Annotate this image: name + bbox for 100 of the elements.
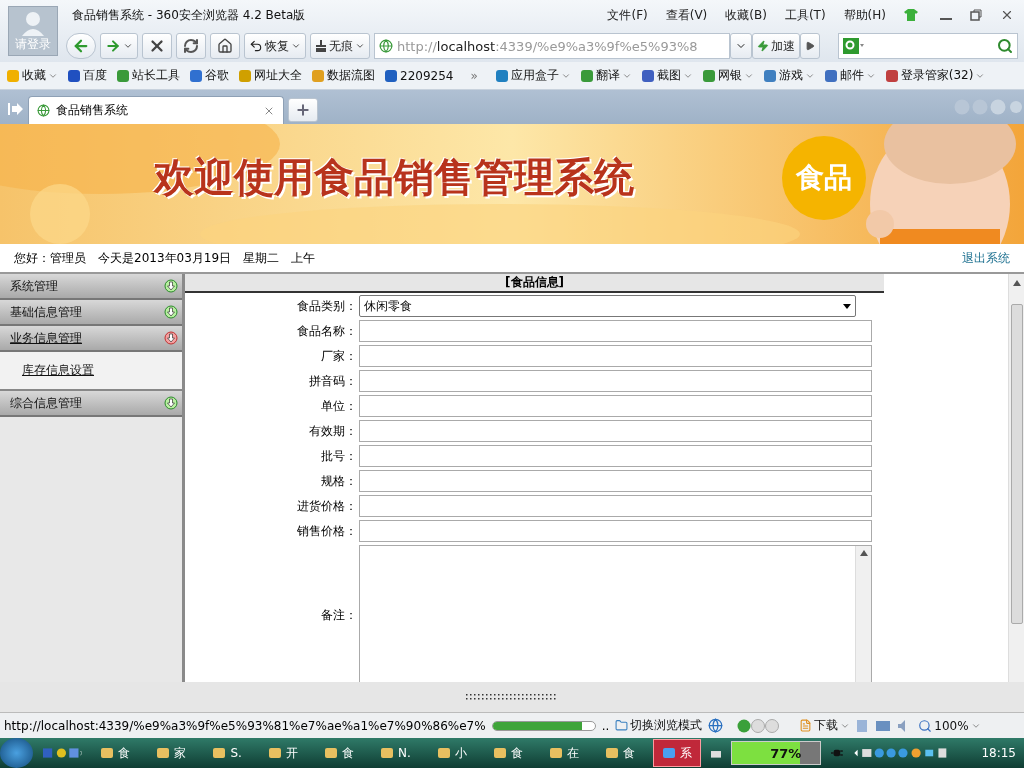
sidebar-item[interactable]: 基础信息管理 bbox=[0, 300, 182, 326]
taskbar-item[interactable]: 家 bbox=[148, 739, 195, 767]
globe-icon[interactable] bbox=[708, 718, 724, 733]
menu-item[interactable]: 文件(F) bbox=[607, 6, 648, 24]
shirt-icon[interactable] bbox=[904, 9, 918, 21]
greeting-text: 您好：管理员 bbox=[14, 249, 86, 267]
taskbar-item[interactable]: 小 bbox=[428, 739, 475, 767]
menu-item[interactable]: 收藏(B) bbox=[725, 6, 767, 24]
clock: 18:15 bbox=[981, 746, 1016, 760]
bookmark-item[interactable]: 网址大全 bbox=[238, 67, 302, 84]
bookmark-item[interactable]: 应用盒子 bbox=[494, 67, 571, 84]
bookmark-item[interactable]: 谷歌 bbox=[189, 67, 229, 84]
input-field[interactable] bbox=[359, 495, 872, 517]
home-button[interactable] bbox=[210, 33, 240, 59]
go-button[interactable] bbox=[800, 33, 820, 59]
taskbar-item[interactable]: 食 bbox=[484, 739, 531, 767]
search-engine-icon[interactable] bbox=[843, 38, 865, 54]
up-arrow-icon[interactable] bbox=[859, 550, 868, 556]
new-tab-button[interactable] bbox=[288, 98, 318, 122]
bookmark-item[interactable]: 游戏 bbox=[762, 67, 815, 84]
sidebar-item[interactable]: 综合信息管理 bbox=[0, 391, 182, 417]
app-icon bbox=[661, 746, 676, 760]
app-icon bbox=[212, 746, 227, 760]
bookmark-icon bbox=[67, 68, 81, 83]
sidebar-toggle-icon[interactable] bbox=[8, 102, 24, 116]
stop-button[interactable] bbox=[142, 33, 172, 59]
bookmark-item[interactable]: 登录管家(32) bbox=[884, 67, 986, 84]
up-arrow-icon[interactable] bbox=[1012, 280, 1021, 286]
status-ellipsis: .. bbox=[601, 718, 610, 733]
battery-label: 77% bbox=[770, 746, 802, 761]
menu-item[interactable]: 帮助(H) bbox=[843, 6, 886, 24]
logout-link[interactable]: 退出系统 bbox=[962, 249, 1010, 267]
bookmark-icon bbox=[640, 68, 655, 83]
taskbar-item[interactable]: N. bbox=[371, 739, 419, 767]
bookmark-item[interactable]: 邮件 bbox=[823, 67, 876, 84]
browse-mode-button[interactable]: 切换浏览模式 bbox=[615, 717, 703, 734]
category-select[interactable]: 休闲零食 bbox=[359, 295, 856, 317]
field-label: 规格： bbox=[320, 472, 358, 490]
input-field[interactable] bbox=[359, 345, 872, 367]
forward-button[interactable] bbox=[100, 33, 138, 59]
taskbar-item[interactable]: S. bbox=[204, 739, 250, 767]
zoom-button[interactable]: 100% bbox=[918, 718, 981, 733]
sidebar-item[interactable]: 业务信息管理 bbox=[0, 326, 182, 352]
window-title: 食品销售系统 - 360安全浏览器 4.2 Beta版 bbox=[72, 6, 307, 24]
page-icon bbox=[379, 39, 393, 53]
bookmark-item[interactable]: 截图 bbox=[640, 67, 693, 84]
field-label: 有效期： bbox=[308, 422, 358, 440]
bookmark-icon bbox=[579, 68, 594, 83]
bookmark-item[interactable]: 数据流图 bbox=[311, 67, 375, 84]
plus-icon bbox=[295, 102, 311, 118]
sidebar-item[interactable]: 系统管理 bbox=[0, 274, 182, 300]
search-icon[interactable] bbox=[997, 38, 1013, 54]
address-field[interactable]: http://localhost:4339/%e9%a3%9f%e5%93%8 bbox=[374, 33, 730, 59]
refresh-button[interactable] bbox=[176, 33, 206, 59]
taskbar-item[interactable]: 系 bbox=[652, 739, 701, 767]
bookmark-icon bbox=[311, 68, 325, 83]
bookmark-icon bbox=[494, 68, 509, 83]
taskbar-item[interactable]: 食 bbox=[315, 739, 362, 767]
speed-button[interactable]: 加速 bbox=[752, 33, 800, 59]
taskbar-item[interactable]: 食 bbox=[596, 739, 643, 767]
bookmark-item[interactable]: 收藏 bbox=[6, 67, 58, 84]
menu-item[interactable]: 工具(T) bbox=[784, 6, 826, 24]
restore-icon[interactable] bbox=[970, 9, 982, 21]
more-bookmarks[interactable]: » bbox=[462, 68, 486, 83]
quick-launch-icon[interactable] bbox=[43, 745, 83, 761]
download-button[interactable]: 下载 bbox=[799, 717, 851, 734]
bookmark-item[interactable]: 百度 bbox=[67, 67, 107, 84]
bookmark-item[interactable]: 翻译 bbox=[579, 67, 632, 84]
taskbar-item[interactable]: 开 bbox=[259, 739, 306, 767]
input-field[interactable] bbox=[359, 395, 872, 417]
arrow-right-icon bbox=[105, 38, 121, 54]
bookmark-icon bbox=[116, 68, 130, 83]
back-button[interactable] bbox=[66, 33, 96, 59]
caret-icon bbox=[123, 41, 133, 51]
submenu-link[interactable]: 库存信息设置 bbox=[22, 363, 94, 377]
bookmark-item[interactable]: 站长工具 bbox=[116, 67, 180, 84]
input-field[interactable] bbox=[359, 370, 872, 392]
start-button[interactable] bbox=[0, 738, 34, 768]
incognito-button[interactable]: 无痕 bbox=[310, 33, 370, 59]
toggle-icon[interactable] bbox=[737, 718, 780, 733]
lightning-icon bbox=[757, 40, 769, 52]
search-field[interactable] bbox=[838, 33, 1018, 59]
close-icon[interactable] bbox=[1000, 8, 1014, 22]
bookmark-icon bbox=[238, 68, 252, 83]
input-field[interactable] bbox=[359, 320, 872, 342]
dropdown-button[interactable] bbox=[730, 33, 752, 59]
bookmark-item[interactable]: 网银 bbox=[701, 67, 754, 84]
bookmark-item[interactable]: 2209254 bbox=[384, 68, 454, 83]
input-field[interactable] bbox=[359, 520, 872, 542]
restore-button[interactable]: 恢复 bbox=[244, 33, 306, 59]
input-field[interactable] bbox=[359, 420, 872, 442]
splitter-grip[interactable] bbox=[465, 694, 559, 700]
scrollbar-thumb[interactable] bbox=[1010, 304, 1023, 624]
browser-tab[interactable]: 食品销售系统 bbox=[28, 96, 284, 124]
menu-item[interactable]: 查看(V) bbox=[665, 6, 708, 24]
taskbar-item[interactable]: 食 bbox=[92, 739, 139, 767]
taskbar-item[interactable]: 在 bbox=[540, 739, 587, 767]
banner-title: 欢迎使用食品销售管理系统 bbox=[154, 152, 634, 202]
input-field[interactable] bbox=[359, 445, 872, 467]
input-field[interactable] bbox=[359, 470, 872, 492]
